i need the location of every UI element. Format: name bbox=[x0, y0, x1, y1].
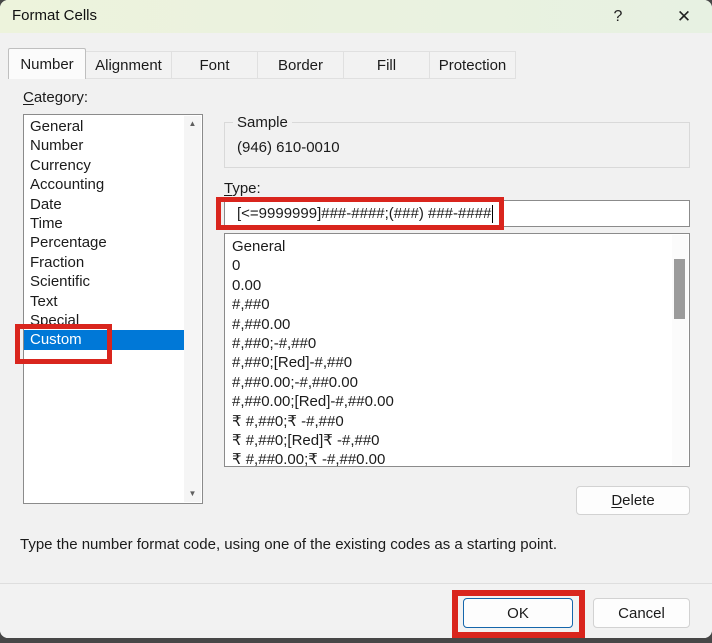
category-label-rest: ategory: bbox=[34, 89, 88, 106]
delete-label-rest: elete bbox=[622, 492, 655, 509]
category-item-general[interactable]: General bbox=[24, 117, 184, 136]
tab-border[interactable]: Border bbox=[257, 51, 344, 79]
format-code-item[interactable]: ₹ #,##0;₹ -#,##0 bbox=[225, 412, 671, 431]
help-button[interactable]: ? bbox=[595, 0, 641, 33]
category-item-text[interactable]: Text bbox=[24, 292, 184, 311]
format-code-item[interactable]: ₹ #,##0.00;₹ -#,##0.00 bbox=[225, 450, 671, 469]
format-code-item[interactable]: #,##0;-#,##0 bbox=[225, 334, 671, 353]
tab-number-label: Number bbox=[20, 56, 73, 73]
title-bar: Format Cells ? ✕ bbox=[0, 0, 712, 33]
tab-font-label: Font bbox=[199, 57, 229, 74]
help-text: Type the number format code, using one o… bbox=[20, 536, 557, 553]
format-codes-items: General 0 0.00 #,##0 #,##0.00 #,##0;-#,#… bbox=[225, 237, 671, 470]
sample-groupbox: Sample (946) 610-0010 bbox=[224, 122, 690, 168]
tab-alignment[interactable]: Alignment bbox=[85, 51, 172, 79]
sample-label: Sample bbox=[233, 114, 292, 131]
format-code-item[interactable]: 0 bbox=[225, 256, 671, 275]
category-item-percentage[interactable]: Percentage bbox=[24, 233, 184, 252]
close-icon: ✕ bbox=[677, 7, 691, 27]
close-button[interactable]: ✕ bbox=[661, 0, 707, 33]
category-items: General Number Currency Accounting Date … bbox=[24, 117, 184, 350]
sample-value: (946) 610-0010 bbox=[237, 139, 340, 156]
cancel-button-label: Cancel bbox=[618, 605, 665, 622]
category-label: Category: bbox=[23, 89, 88, 106]
category-scrollbar[interactable]: ▲ ▼ bbox=[184, 116, 201, 502]
annotation-box-ok bbox=[452, 590, 585, 638]
scroll-up-icon[interactable]: ▲ bbox=[189, 116, 197, 132]
cancel-button[interactable]: Cancel bbox=[593, 598, 690, 628]
help-icon: ? bbox=[614, 8, 623, 26]
format-code-item[interactable]: #,##0.00;-#,##0.00 bbox=[225, 373, 671, 392]
format-code-item[interactable]: #,##0.00;[Red]-#,##0.00 bbox=[225, 392, 671, 411]
tab-font[interactable]: Font bbox=[171, 51, 258, 79]
scroll-down-icon[interactable]: ▼ bbox=[189, 486, 197, 502]
type-label-rest: ype: bbox=[232, 180, 260, 197]
annotation-box-type-input bbox=[216, 197, 504, 230]
category-item-time[interactable]: Time bbox=[24, 214, 184, 233]
tab-fill-label: Fill bbox=[377, 57, 396, 74]
delete-button-label: Delete bbox=[611, 492, 654, 509]
format-cells-dialog: Format Cells ? ✕ Number Alignment Font B… bbox=[0, 0, 712, 638]
scrollbar-thumb[interactable] bbox=[674, 259, 685, 319]
format-codes-scrollbar[interactable] bbox=[672, 235, 688, 465]
category-item-currency[interactable]: Currency bbox=[24, 156, 184, 175]
category-label-accesskey: C bbox=[23, 89, 34, 106]
delete-button[interactable]: Delete bbox=[576, 486, 690, 515]
tab-alignment-label: Alignment bbox=[95, 57, 162, 74]
type-label: Type: bbox=[224, 180, 261, 197]
format-code-item[interactable]: #,##0 bbox=[225, 295, 671, 314]
tab-protection[interactable]: Protection bbox=[429, 51, 516, 79]
format-code-item[interactable]: #,##0;[Red]-#,##0 bbox=[225, 353, 671, 372]
format-codes-listbox[interactable]: General 0 0.00 #,##0 #,##0.00 #,##0;-#,#… bbox=[224, 233, 690, 467]
category-item-date[interactable]: Date bbox=[24, 195, 184, 214]
category-item-accounting[interactable]: Accounting bbox=[24, 175, 184, 194]
category-item-scientific[interactable]: Scientific bbox=[24, 272, 184, 291]
category-item-fraction[interactable]: Fraction bbox=[24, 253, 184, 272]
format-code-item[interactable]: #,##0.00 bbox=[225, 315, 671, 334]
tab-strip: Number Alignment Font Border Fill Protec… bbox=[8, 49, 515, 79]
format-code-item[interactable]: ₹ #,##0;[Red]₹ -#,##0 bbox=[225, 431, 671, 450]
delete-accesskey: D bbox=[611, 492, 622, 509]
tab-fill[interactable]: Fill bbox=[343, 51, 430, 79]
category-item-number[interactable]: Number bbox=[24, 136, 184, 155]
category-listbox[interactable]: General Number Currency Accounting Date … bbox=[23, 114, 203, 504]
tab-border-label: Border bbox=[278, 57, 323, 74]
tab-protection-label: Protection bbox=[439, 57, 507, 74]
format-code-item[interactable]: 0.00 bbox=[225, 276, 671, 295]
tab-number[interactable]: Number bbox=[8, 48, 86, 79]
annotation-box-custom bbox=[15, 324, 112, 364]
format-code-item[interactable]: General bbox=[225, 237, 671, 256]
dialog-title: Format Cells bbox=[12, 7, 97, 24]
